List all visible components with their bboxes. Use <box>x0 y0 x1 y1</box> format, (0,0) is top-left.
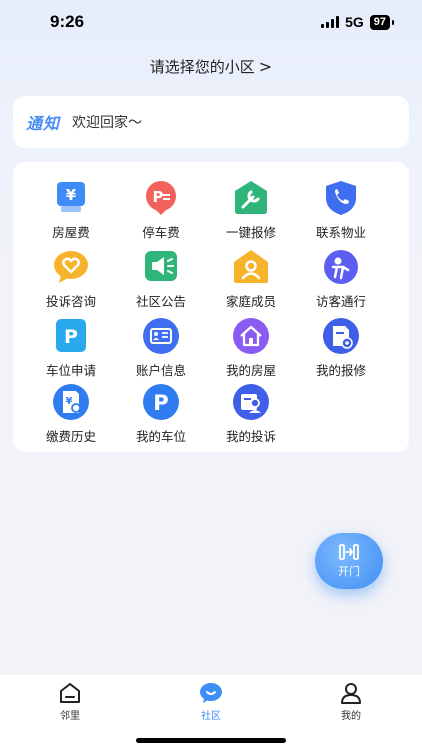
status-indicators: 5G 97 <box>321 14 394 30</box>
service-label: 缴费历史 <box>45 429 96 444</box>
chevron-right-icon: > <box>258 57 273 76</box>
notice-text: 欢迎回家～ <box>72 115 143 131</box>
repair-doc-icon <box>323 318 359 354</box>
service-my-repairs[interactable]: 我的报修 <box>296 316 386 378</box>
service-label: 车位申请 <box>45 363 96 378</box>
service-label: 联系物业 <box>315 225 366 240</box>
complaint-icon <box>233 384 269 420</box>
signal-icon <box>321 16 340 28</box>
service-account-info[interactable]: 账户信息 <box>116 316 206 378</box>
house-icon <box>233 318 269 354</box>
tab-community[interactable]: 社区 <box>171 682 251 722</box>
service-label: 我的车位 <box>135 429 186 444</box>
services-grid: ¥ 房屋费 P 停车费 一键报修 联系物业 投诉咨询 社区公告 家庭成员 访客通… <box>13 162 409 452</box>
service-visitor-access[interactable]: 访客通行 <box>296 247 386 309</box>
open-door-label: 开门 <box>338 565 360 578</box>
service-label: 房屋费 <box>52 225 90 240</box>
battery-cap <box>392 19 394 25</box>
service-my-parking[interactable]: P 我的车位 <box>116 382 206 444</box>
open-door-button[interactable]: 开门 <box>315 533 383 589</box>
service-contact-property[interactable]: 联系物业 <box>296 178 386 240</box>
service-label: 投诉咨询 <box>45 294 96 309</box>
service-label: 我的投诉 <box>225 429 276 444</box>
payment-history-icon: ¥ <box>53 384 89 420</box>
service-my-complaints[interactable]: 我的投诉 <box>206 382 296 444</box>
family-member-icon <box>234 250 268 283</box>
wrench-icon <box>235 181 267 214</box>
id-card-icon <box>143 318 179 354</box>
notice-card[interactable]: 通知 欢迎回家～ <box>13 96 409 148</box>
network-type: 5G <box>345 14 364 30</box>
service-label: 社区公告 <box>135 294 186 309</box>
community-selector[interactable]: 请选择您的小区 > <box>0 56 422 77</box>
service-payment-history[interactable]: ¥ 缴费历史 <box>26 382 116 444</box>
service-announcement[interactable]: 社区公告 <box>116 247 206 309</box>
service-parking-apply[interactable]: P 车位申请 <box>26 316 116 378</box>
svg-text:P: P <box>153 188 164 206</box>
user-icon <box>341 683 361 704</box>
neighbor-home-icon <box>60 683 80 703</box>
notice-tag: 通知 <box>26 114 61 133</box>
parking-space-icon: P <box>143 384 179 420</box>
phone-shield-icon <box>326 181 356 215</box>
heart-chat-icon <box>54 251 88 283</box>
service-my-house[interactable]: 我的房屋 <box>206 316 296 378</box>
community-chat-icon <box>200 683 222 703</box>
tab-label: 我的 <box>341 711 361 722</box>
battery-icon: 97 <box>369 14 390 30</box>
yuan-card-icon: ¥ <box>57 182 85 212</box>
tab-neighbor[interactable]: 邻里 <box>30 682 110 722</box>
service-label: 我的房屋 <box>225 363 276 378</box>
svg-text:¥: ¥ <box>66 396 73 407</box>
tab-label: 邻里 <box>60 711 80 722</box>
svg-text:P: P <box>153 391 168 415</box>
home-indicator <box>136 738 286 743</box>
status-bar: 9:26 5G 97 <box>0 0 422 46</box>
parking-fee-icon: P <box>146 181 176 215</box>
tab-mine[interactable]: 我的 <box>311 682 391 722</box>
megaphone-icon <box>145 251 177 281</box>
tab-label: 社区 <box>201 711 221 722</box>
status-time: 9:26 <box>50 12 85 31</box>
community-prompt: 请选择您的小区 <box>149 58 255 76</box>
service-repair[interactable]: 一键报修 <box>206 178 296 240</box>
service-family-members[interactable]: 家庭成员 <box>206 247 296 309</box>
service-complaint-consult[interactable]: 投诉咨询 <box>26 247 116 309</box>
visitor-icon <box>324 250 358 284</box>
service-label: 我的报修 <box>315 363 366 378</box>
parking-apply-icon: P <box>56 319 86 352</box>
door-open-icon <box>339 544 359 560</box>
service-label: 家庭成员 <box>225 294 276 309</box>
service-label: 停车费 <box>142 225 180 240</box>
service-label: 一键报修 <box>225 225 276 240</box>
svg-text:P: P <box>64 326 78 348</box>
service-parking-fee[interactable]: P 停车费 <box>116 178 206 240</box>
svg-text:¥: ¥ <box>66 186 77 204</box>
service-house-fee[interactable]: ¥ 房屋费 <box>26 178 116 240</box>
service-label: 访客通行 <box>315 294 366 309</box>
service-label: 账户信息 <box>135 363 186 378</box>
